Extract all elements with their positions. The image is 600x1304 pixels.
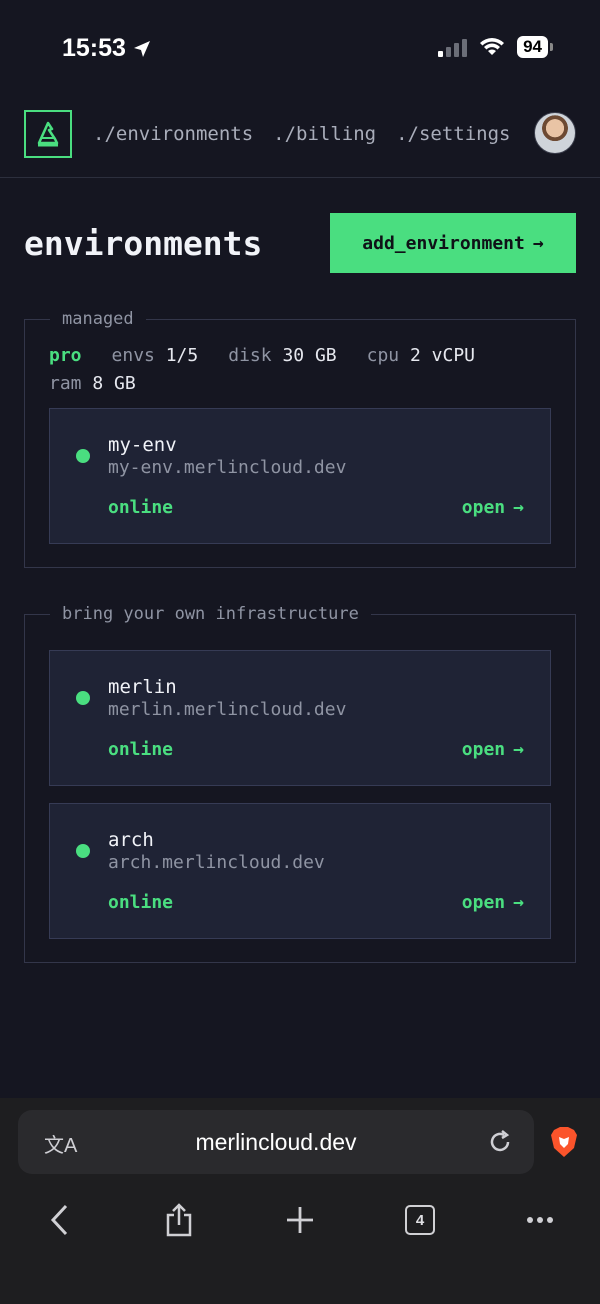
environment-card[interactable]: arch arch.merlincloud.dev online open → [49,803,551,939]
environment-status: online [108,892,174,913]
arrow-right-icon: → [513,739,524,760]
arrow-right-icon: → [513,892,524,913]
environment-card[interactable]: merlin merlin.merlincloud.dev online ope… [49,650,551,786]
open-environment-link[interactable]: open → [462,739,524,760]
nav-link-billing[interactable]: ./billing [273,123,376,145]
managed-section: managed pro envs 1/5 disk 30 GB cpu 2 vCPU … [24,309,576,568]
wizard-hat-icon [37,121,59,147]
status-indicators: 94 [438,36,553,58]
environment-name: merlin [108,676,177,698]
url-text[interactable]: merlincloud.dev [18,1129,534,1156]
status-time: 15:53 [62,34,152,63]
share-button[interactable] [157,1198,201,1242]
clock: 15:53 [62,34,126,62]
environment-host: merlin.merlincloud.dev [108,699,347,720]
new-tab-button[interactable] [278,1198,322,1242]
plus-icon [287,1207,313,1233]
environment-status: online [108,739,174,760]
arrow-right-icon: → [532,232,544,254]
brave-shield-icon[interactable] [550,1126,578,1158]
arrow-right-icon: → [513,497,524,518]
status-dot [76,449,90,463]
chevron-left-icon [50,1204,68,1236]
signal-icon [438,37,468,57]
browser-toolbar: 4 [0,1198,600,1248]
envs-label: envs [111,345,155,366]
nav-links: ./environments ./billing ./settings [93,123,511,145]
back-button[interactable] [38,1198,82,1242]
byoi-section: bring your own infrastructure merlin mer… [24,604,576,963]
environment-name: arch [108,829,154,851]
add-environment-button[interactable]: add_environment → [330,213,576,273]
environment-card[interactable]: my-env my-env.merlincloud.dev online ope… [49,408,551,544]
top-navigation: ./environments ./billing ./settings [0,96,600,178]
address-bar[interactable]: 文A merlincloud.dev [18,1110,534,1174]
open-label: open [461,892,506,913]
envs-value: 1/5 [165,345,199,366]
environment-host: arch.merlincloud.dev [108,852,325,873]
status-bar: 15:53 94 [0,0,600,96]
nav-link-environments[interactable]: ./environments [93,123,253,145]
disk-label: disk [228,345,272,366]
section-legend: managed [50,309,146,329]
cpu-label: cpu [366,345,400,366]
ram-label: ram [49,373,82,394]
more-dots-icon [527,1217,553,1223]
open-environment-link[interactable]: open → [462,497,524,518]
environment-name: my-env [108,434,177,456]
more-menu-button[interactable] [518,1198,562,1242]
environment-host: my-env.merlincloud.dev [108,457,347,478]
nav-link-settings[interactable]: ./settings [396,123,510,145]
add-environment-label: add_environment [362,232,525,254]
open-label: open [461,497,506,518]
open-environment-link[interactable]: open → [462,892,524,913]
cpu-value: 2 vCPU [409,345,476,366]
location-arrow-icon [133,40,150,57]
share-icon [166,1203,192,1237]
open-label: open [461,739,506,760]
tab-count: 4 [405,1205,435,1235]
status-dot [76,691,90,705]
tabs-button[interactable]: 4 [398,1198,442,1242]
ram-value: 8 GB [92,373,136,394]
plan-summary: pro envs 1/5 disk 30 GB cpu 2 vCPU ram 8 GB [49,342,551,398]
page-title: environments [24,224,263,263]
battery-indicator: 94 [517,36,553,58]
status-dot [76,844,90,858]
logo-icon[interactable] [24,110,72,158]
disk-value: 30 GB [282,345,337,366]
reload-icon[interactable] [486,1128,514,1156]
browser-chrome: 文A merlincloud.dev 4 [0,1098,600,1304]
section-legend: bring your own infrastructure [50,604,371,624]
avatar[interactable] [534,112,576,154]
plan-badge: pro [49,345,82,366]
wifi-icon [480,38,505,55]
environment-status: online [108,497,174,518]
